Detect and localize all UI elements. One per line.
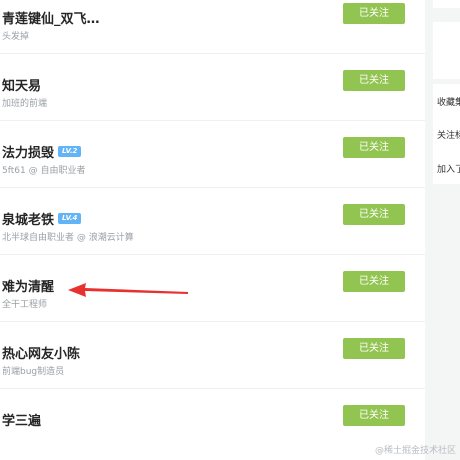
user-desc: 头发掉 bbox=[2, 32, 30, 42]
sidebar-item-followed-tags[interactable]: 关注标签 bbox=[437, 128, 460, 141]
followed-button[interactable]: 已关注 bbox=[343, 338, 405, 359]
followed-users-list: 青莲键仙_双飞… 头发掉 已关注 知天易 加班的前端 已关注 法力损毁 LV.2… bbox=[0, 0, 425, 460]
user-desc: 北半球自由职业者 @ 浪潮云计算 bbox=[2, 233, 134, 243]
user-row[interactable]: 泉城老铁 LV.4 北半球自由职业者 @ 浪潮云计算 已关注 bbox=[0, 189, 425, 255]
user-desc: 5ft61 @ 自由职业者 bbox=[2, 166, 86, 176]
red-arrow-annotation bbox=[68, 283, 188, 297]
user-name[interactable]: 青莲键仙_双飞… bbox=[2, 8, 100, 27]
followed-button[interactable]: 已关注 bbox=[343, 271, 405, 292]
user-row[interactable]: 热心网友小陈 前端bug制造员 已关注 bbox=[0, 323, 425, 389]
user-desc: 加班的前端 bbox=[2, 99, 48, 109]
followed-button[interactable]: 已关注 bbox=[343, 204, 405, 225]
user-row[interactable]: 法力损毁 LV.2 5ft61 @ 自由职业者 已关注 bbox=[0, 122, 425, 188]
user-row[interactable]: 知天易 加班的前端 已关注 bbox=[0, 55, 425, 121]
sidebar-item-collections[interactable]: 收藏集 bbox=[437, 95, 460, 108]
level-badge: LV.4 bbox=[58, 213, 82, 224]
level-badge: LV.2 bbox=[58, 146, 82, 157]
followed-button[interactable]: 已关注 bbox=[343, 3, 405, 24]
followed-button[interactable]: 已关注 bbox=[343, 70, 405, 91]
sidebar-item-joined[interactable]: 加入了 bbox=[437, 162, 460, 175]
user-name[interactable]: 泉城老铁 bbox=[2, 209, 54, 228]
user-name[interactable]: 难为清醒 bbox=[2, 276, 54, 295]
user-desc: 全干工程师 bbox=[2, 300, 48, 310]
sidebar-card-edge bbox=[433, 0, 460, 8]
sidebar-profile-card bbox=[433, 22, 460, 79]
user-row[interactable]: 难为清醒 全干工程师 已关注 bbox=[0, 256, 425, 322]
followed-button[interactable]: 已关注 bbox=[343, 137, 405, 158]
user-name[interactable]: 学三遍 bbox=[2, 410, 41, 429]
user-row[interactable]: 青莲键仙_双飞… 头发掉 已关注 bbox=[0, 0, 425, 54]
watermark: @稀土掘金技术社区 bbox=[374, 446, 456, 456]
user-desc: 前端bug制造员 bbox=[2, 367, 65, 377]
right-sidebar: 收藏集 关注标签 加入了 bbox=[427, 0, 460, 460]
user-row[interactable]: 学三遍 已关注 bbox=[0, 390, 425, 456]
user-name[interactable]: 热心网友小陈 bbox=[2, 343, 80, 362]
followed-button[interactable]: 已关注 bbox=[343, 405, 405, 426]
user-name[interactable]: 法力损毁 bbox=[2, 142, 54, 161]
user-name[interactable]: 知天易 bbox=[2, 75, 41, 94]
